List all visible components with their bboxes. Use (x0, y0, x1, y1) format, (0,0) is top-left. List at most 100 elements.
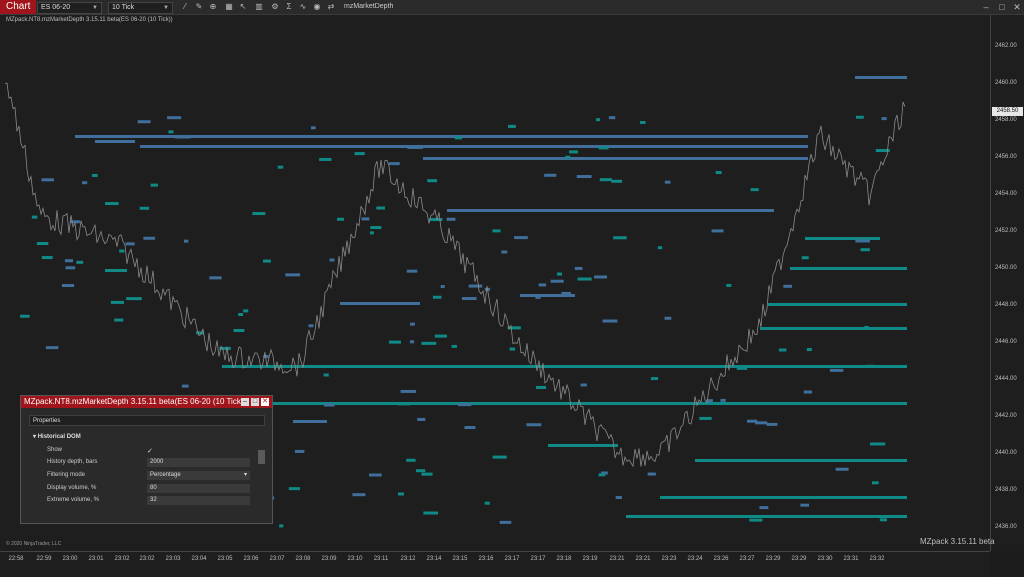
liquidity-block (277, 165, 284, 169)
instrument-selector[interactable]: ES 06-20 ▼ (37, 2, 102, 14)
maximize-icon[interactable]: □ (251, 398, 259, 406)
liquidity-block (538, 283, 547, 287)
time-tick: 23:12 (400, 556, 416, 562)
liquidity-block (406, 458, 416, 462)
liquidity-band (95, 140, 135, 143)
bar-type-icon[interactable]: ▥ (254, 2, 264, 12)
show-checkbox[interactable]: ✓ (147, 447, 153, 455)
liquidity-block (484, 501, 490, 505)
price-tick: 2444.00 (995, 376, 1017, 382)
liquidity-block (354, 152, 365, 156)
strategies-icon[interactable]: ∿ (298, 2, 308, 12)
liquidity-block (410, 322, 415, 326)
liquidity-block (370, 226, 382, 230)
filtering-mode-select[interactable]: Percentage ▾ (147, 471, 250, 480)
liquidity-block (310, 126, 316, 130)
interval-selector[interactable]: 10 Tick ▼ (108, 2, 173, 14)
templates-icon[interactable]: ⚙ (270, 2, 280, 12)
liquidity-block (881, 117, 887, 121)
properties-icon[interactable]: ▦ (224, 2, 234, 12)
liquidity-block (664, 316, 672, 320)
liquidity-band (695, 459, 907, 462)
liquidity-block (468, 284, 483, 288)
close-icon[interactable]: ✕ (261, 398, 269, 406)
time-tick: 23:31 (843, 556, 859, 562)
pointer-icon[interactable]: ↖ (238, 2, 248, 12)
liquidity-block (602, 319, 618, 323)
liquidity-block (238, 313, 244, 317)
display-volume-field[interactable]: 80 (147, 484, 250, 493)
scrollbar-thumb[interactable] (258, 450, 265, 464)
time-tick: 23:26 (713, 556, 729, 562)
link-icon[interactable]: ⇄ (326, 2, 336, 12)
liquidity-block (233, 328, 245, 332)
liquidity-band (423, 157, 808, 160)
zoom-icon[interactable]: ⊕ (208, 2, 218, 12)
minimize-icon[interactable]: – (241, 398, 249, 406)
time-tick: 23:17 (530, 556, 546, 562)
indicators-icon[interactable]: Σ (284, 2, 294, 12)
minimize-icon[interactable]: – (980, 1, 992, 13)
liquidity-band (447, 209, 774, 212)
liquidity-block (361, 217, 370, 221)
extreme-volume-field[interactable]: 32 (147, 496, 250, 505)
liquidity-block (407, 145, 424, 149)
liquidity-block (119, 249, 125, 253)
time-tick: 23:11 (373, 556, 389, 562)
property-label: Extreme volume, % (47, 497, 100, 503)
time-tick: 23:27 (739, 556, 755, 562)
liquidity-block (446, 217, 456, 221)
time-tick: 23:21 (635, 556, 651, 562)
chart-tab[interactable]: Chart (0, 0, 37, 14)
panel-title-bar[interactable]: MZpack.NT8.mzMarketDepth 3.15.11 beta(ES… (21, 396, 272, 408)
liquidity-block (415, 469, 426, 473)
time-tick: 23:30 (817, 556, 833, 562)
pencil-icon[interactable]: ✎ (194, 2, 204, 12)
liquidity-block (766, 422, 778, 426)
camera-icon[interactable]: ◉ (312, 2, 322, 12)
liquidity-block (507, 124, 516, 128)
liquidity-block (368, 473, 382, 477)
liquidity-band (105, 269, 127, 272)
price-tick: 2454.00 (995, 191, 1017, 197)
liquidity-block (76, 260, 84, 264)
close-icon[interactable]: ✕ (1011, 1, 1023, 13)
liquidity-block (800, 503, 810, 507)
liquidity-block (376, 206, 385, 210)
liquidity-block (175, 135, 191, 139)
copyright: © 2020 NinjaTrader, LLC (6, 541, 62, 547)
liquidity-block (664, 180, 671, 184)
liquidity-block (432, 295, 442, 299)
time-tick: 22:58 (8, 556, 24, 562)
liquidity-block (806, 348, 812, 352)
time-tick: 23:05 (217, 556, 233, 562)
price-axis[interactable]: 2462.00 2460.00 2458.00 2456.00 2454.00 … (990, 15, 1024, 551)
liquidity-block (650, 377, 659, 381)
price-tick: 2452.00 (995, 228, 1017, 234)
liquidity-block (319, 157, 332, 161)
liquidity-block (150, 183, 158, 187)
panel-title: MZpack.NT8.mzMarketDepth 3.15.11 beta(ES… (24, 397, 241, 406)
liquidity-block (536, 385, 546, 389)
indicator-name[interactable]: mzMarketDepth (344, 2, 393, 12)
section-historical-dom[interactable]: ▾ Historical DOM (33, 433, 81, 440)
liquidity-block (749, 518, 763, 522)
time-tick: 23:01 (88, 556, 104, 562)
history-depth-field[interactable]: 2000 (147, 458, 250, 467)
properties-panel[interactable]: MZpack.NT8.mzMarketDepth 3.15.11 beta(ES… (20, 395, 273, 524)
maximize-icon[interactable]: □ (996, 1, 1008, 13)
liquidity-block (397, 402, 411, 406)
liquidity-block (499, 520, 512, 524)
chart-style-icon[interactable]: ⁄ (180, 2, 190, 12)
liquidity-block (870, 442, 886, 446)
liquidity-block (864, 325, 869, 329)
time-axis[interactable]: 22:58 22:59 23:00 23:01 23:02 23:02 23:0… (0, 551, 990, 577)
liquidity-block (110, 300, 124, 304)
liquidity-block (279, 524, 284, 528)
liquidity-block (801, 256, 809, 260)
liquidity-block (183, 239, 189, 243)
time-tick: 23:29 (765, 556, 781, 562)
time-tick: 23:02 (139, 556, 155, 562)
liquidity-block (454, 136, 463, 140)
liquidity-block (352, 493, 366, 497)
